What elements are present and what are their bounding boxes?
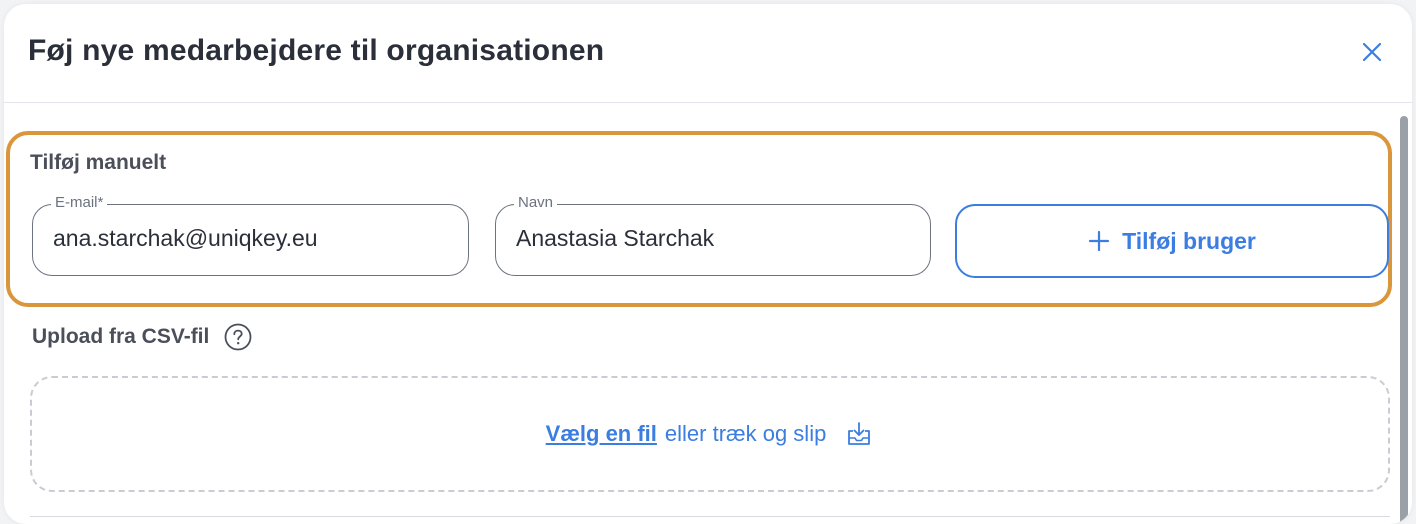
question-circle-icon[interactable] [223,322,253,352]
add-user-label: Tilføj bruger [1122,227,1256,254]
divider [30,516,1390,517]
dialog-header: Føj nye medarbejdere til organisationen [4,4,1412,103]
manual-section-label: Tilføj manuelt [30,151,167,174]
name-field-label: Navn [514,194,558,211]
csv-upload-heading: Upload fra CSV-fil [32,322,253,352]
close-button[interactable] [1358,38,1386,66]
upload-icon [848,422,871,445]
choose-file-link[interactable]: Vælg en fil [546,421,657,447]
plus-icon [1089,230,1110,252]
csv-dropzone[interactable]: Vælg en fil eller træk og slip [30,376,1390,492]
email-field-label: E-mail* [51,194,108,211]
dialog-title: Føj nye medarbejdere til organisationen [28,34,605,67]
drag-drop-text: eller træk og slip [664,421,827,446]
name-field[interactable]: Navn [495,194,931,276]
email-input[interactable] [53,225,452,252]
email-field[interactable]: E-mail* [32,194,469,276]
manual-add-section: Tilføj manuelt E-mail* Navn Tilføj bruge… [6,131,1392,307]
name-input[interactable] [516,225,914,252]
scrollbar[interactable] [1400,116,1408,524]
close-icon [1362,42,1382,62]
add-employees-dialog: Føj nye medarbejdere til organisationen … [4,4,1412,524]
csv-section-label: Upload fra CSV-fil [32,325,210,348]
add-user-button[interactable]: Tilføj bruger [955,204,1389,278]
